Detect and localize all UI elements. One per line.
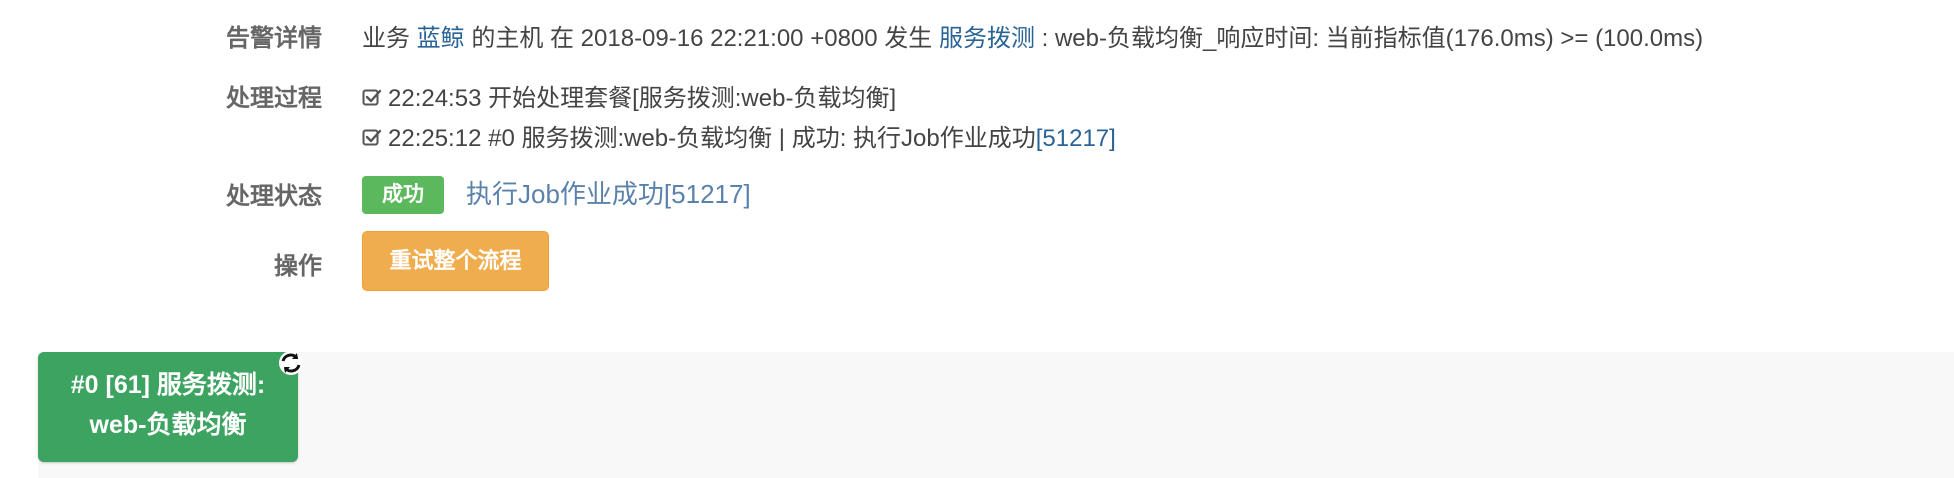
process-step: 22:24:53 开始处理套餐[服务拨测:web-负载均衡] [362, 78, 896, 113]
flow-node-title: #0 [61] 服务拨测: [70, 371, 266, 399]
check-square-icon [362, 89, 382, 106]
alert-label: 告警详情 [226, 25, 322, 52]
alert-description: 业务 蓝鲸 的主机 在 2018-09-16 22:21:00 +0800 发生… [362, 18, 1703, 53]
alert-type-link[interactable]: 服务拨测 [939, 25, 1035, 52]
alert-row: 告警详情 业务 蓝鲸 的主机 在 2018-09-16 22:21:00 +08… [0, 14, 1954, 54]
actions-row: 操作 [0, 240, 1954, 290]
job-id-link[interactable]: [51217] [1036, 125, 1116, 152]
process-step-text: 22:24:53 开始处理套餐[服务拨测:web-负载均衡] [388, 85, 897, 112]
process-step: 22:25:12 #0 服务拨测:web-负载均衡 | 成功: 执行Job作业成… [362, 118, 1116, 153]
retry-flow-button[interactable]: 重试整个流程 [362, 231, 549, 291]
status-badge: 成功 [362, 176, 444, 214]
flow-node[interactable]: #0 [61] 服务拨测: web-负载均衡 [38, 352, 298, 462]
alert-middle: 的主机 在 2018-09-16 22:21:00 +0800 发生 [471, 25, 933, 52]
flow-canvas [38, 352, 1954, 478]
alert-suffix: : web-负载均衡_响应时间: 当前指标值(176.0ms) >= (100.… [1041, 25, 1704, 52]
status-row: 处理状态 [0, 170, 1954, 220]
check-square-icon [362, 129, 382, 146]
actions-label: 操作 [274, 253, 322, 280]
refresh-icon[interactable] [278, 350, 304, 376]
alert-prefix: 业务 [362, 25, 410, 52]
business-link[interactable]: 蓝鲸 [417, 25, 465, 52]
status-label: 处理状态 [226, 183, 322, 210]
process-row: 处理过程 22:24:53 开始处理套餐[服务拨测:web-负载均衡] 22:2… [0, 72, 1954, 152]
flow-node-subtitle: web-负载均衡 [89, 411, 247, 439]
status-job-link[interactable]: 执行Job作业成功[51217] [466, 176, 751, 212]
process-label: 处理过程 [226, 85, 322, 112]
process-step-text: 22:25:12 #0 服务拨测:web-负载均衡 | 成功: 执行Job作业成… [388, 125, 1036, 152]
